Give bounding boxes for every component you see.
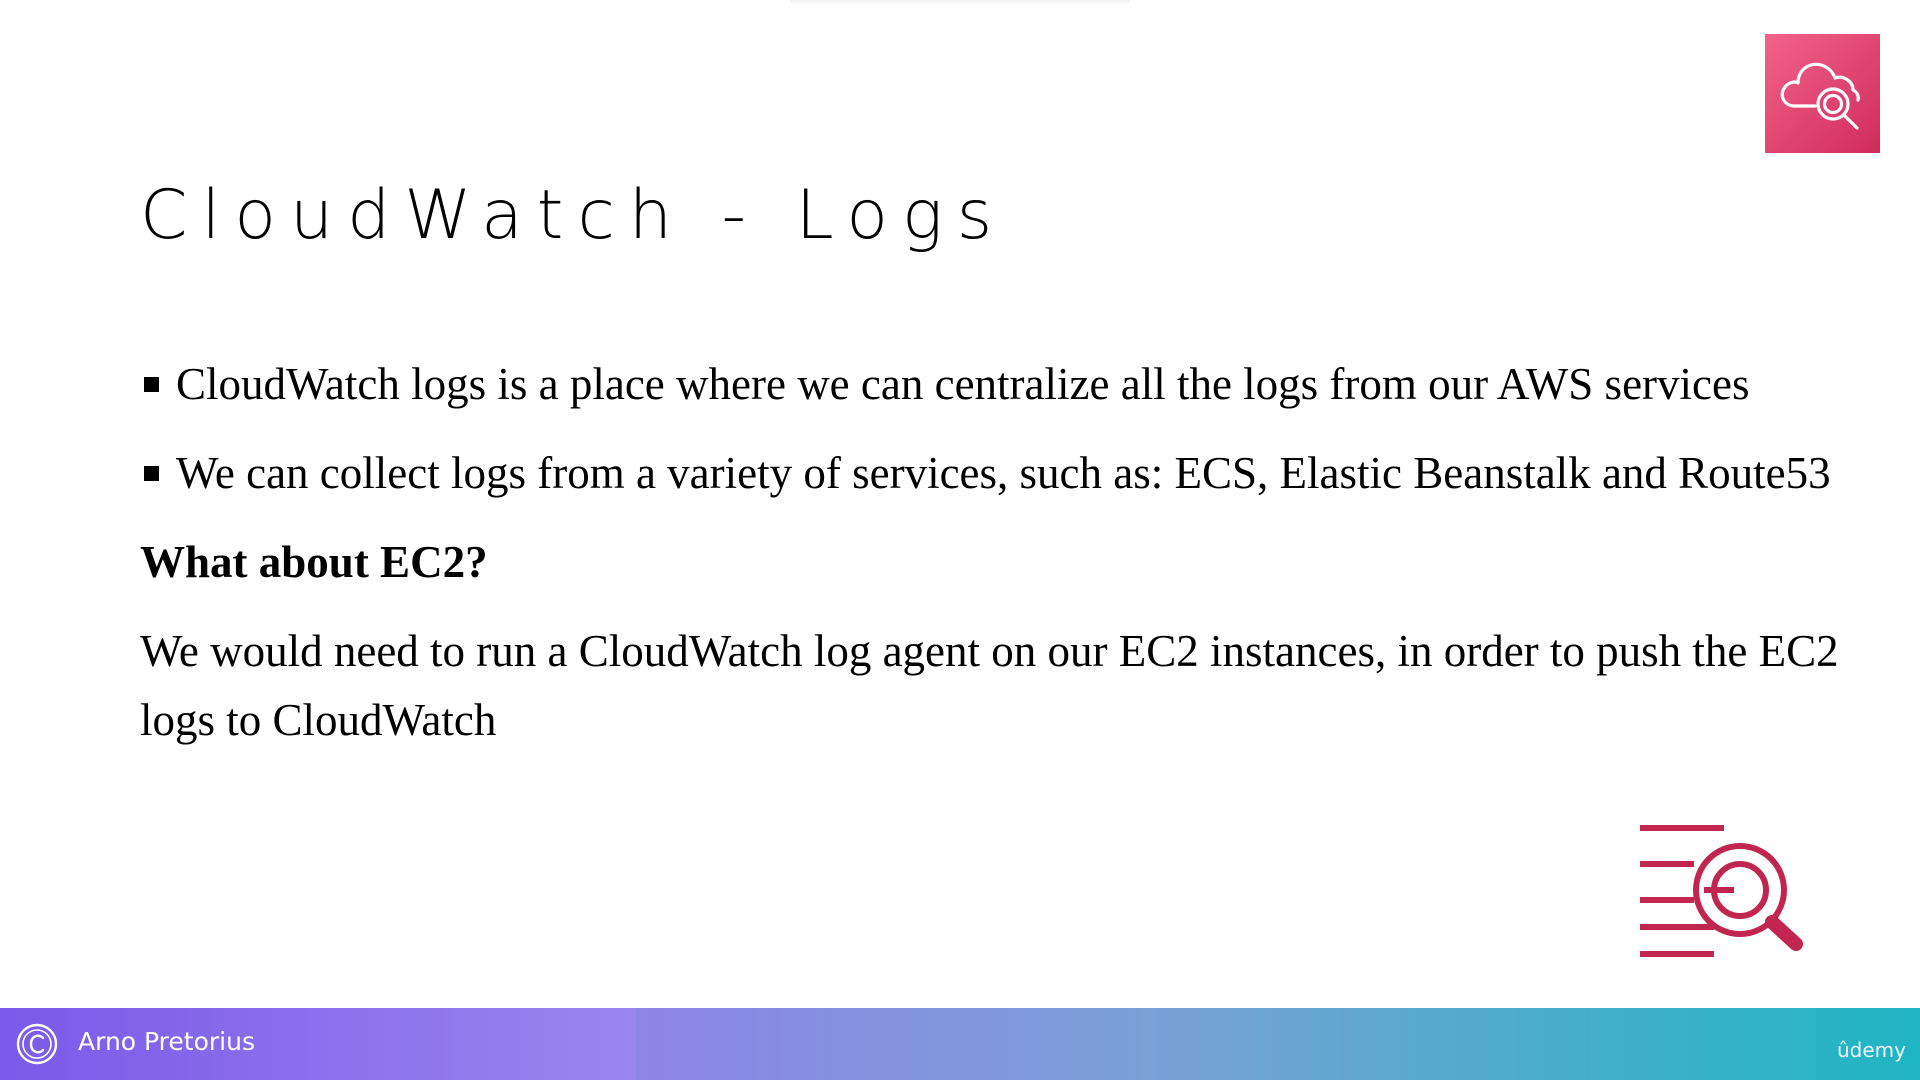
slide: CloudWatch - Logs CloudWatch logs is a p… [0,0,1920,1080]
top-edge-shadow [790,0,1130,6]
brand-watermark: ûdemy [1837,1038,1906,1062]
author-name: Arno Pretorius [78,1027,255,1056]
subheading: What about EC2? [140,537,488,587]
footer-author-panel: Arno Pretorius [0,1008,636,1080]
bullet-marker [144,466,159,481]
logs-search-icon [1636,824,1816,958]
footer-bar: Arno Pretorius ûdemy [0,1008,1920,1080]
bullet-item: CloudWatch logs is a place where we can … [140,350,1896,419]
bullet-text: We can collect logs from a variety of se… [176,448,1831,498]
bullet-item: We can collect logs from a variety of se… [140,439,1896,508]
slide-content: CloudWatch logs is a place where we can … [140,350,1860,755]
bullet-text: CloudWatch logs is a place where we can … [176,359,1750,409]
body-paragraph: We would need to run a CloudWatch log ag… [140,626,1839,745]
copyright-icon [15,1022,59,1066]
bullet-marker [144,377,159,392]
slide-title: CloudWatch - Logs [140,176,1007,255]
cloudwatch-search-icon [1765,34,1880,153]
